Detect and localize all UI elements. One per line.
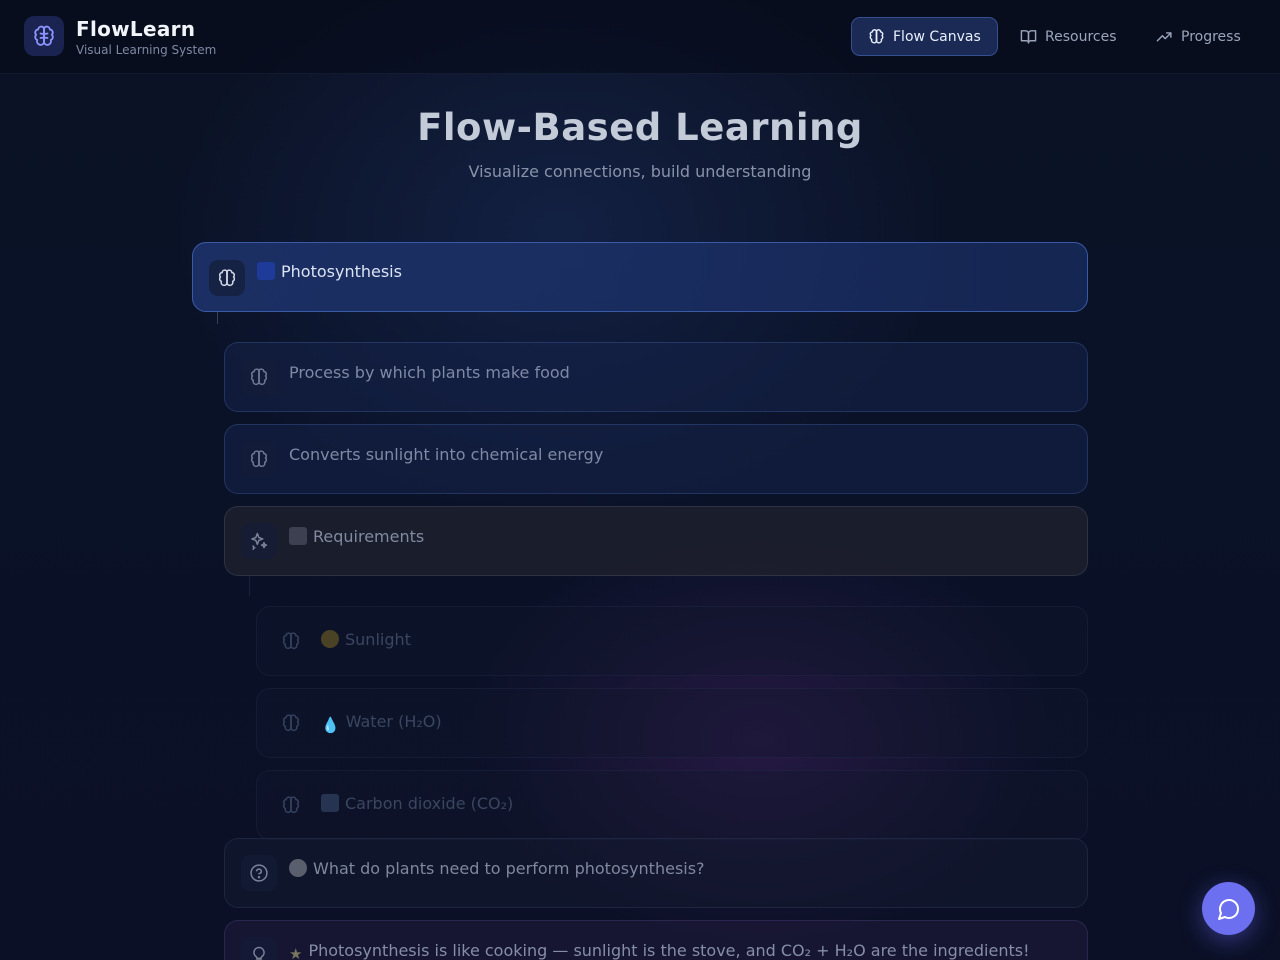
node-requirement-item[interactable]: Sunlight	[256, 606, 1088, 676]
nav-label: Flow Canvas	[893, 28, 981, 45]
droplet-emoji-icon: 💧	[321, 716, 340, 734]
nav-label: Progress	[1181, 28, 1241, 45]
book-open-icon	[1020, 30, 1037, 44]
node-icon	[241, 441, 277, 477]
node-label: 💧 Water (H₂O)	[321, 712, 442, 734]
node-icon	[241, 937, 277, 960]
brand-logo[interactable]	[24, 16, 64, 56]
node-photosynthesis[interactable]: Photosynthesis	[192, 242, 1088, 312]
node-icon	[273, 787, 309, 823]
page-subtitle: Visualize connections, build understandi…	[468, 162, 812, 181]
brand-subtitle: Visual Learning System	[76, 43, 217, 57]
node-label: What do plants need to perform photosynt…	[289, 859, 705, 878]
milky-way-emoji-icon	[257, 262, 275, 280]
node-icon	[273, 623, 309, 659]
node-icon	[209, 260, 245, 296]
node-requirement-item[interactable]: Carbon dioxide (CO₂)	[256, 770, 1088, 840]
brain-icon	[282, 714, 300, 732]
node-requirement-item[interactable]: 💧 Water (H₂O)	[256, 688, 1088, 758]
node-icon	[241, 359, 277, 395]
sparkles-icon	[251, 532, 268, 551]
nav-flow-canvas[interactable]: Flow Canvas	[851, 17, 998, 56]
brain-icon	[282, 796, 300, 814]
brain-icon	[250, 368, 268, 386]
wind-emoji-icon	[321, 794, 339, 812]
star-emoji-icon: ★	[289, 945, 303, 960]
brain-icon	[250, 450, 268, 468]
brain-icon	[282, 632, 300, 650]
black-square-emoji-icon	[289, 527, 307, 545]
page-title: Flow-Based Learning	[417, 106, 863, 149]
connector-line	[249, 576, 250, 596]
node-label: ★ Photosynthesis is like cooking — sunlig…	[289, 941, 1030, 960]
connector-line	[217, 312, 218, 324]
brain-icon	[218, 269, 236, 287]
node-definition[interactable]: Converts sunlight into chemical energy	[224, 424, 1088, 494]
brain-icon	[34, 25, 54, 46]
help-circle-icon	[250, 864, 268, 882]
node-analogy[interactable]: ★ Photosynthesis is like cooking — sunlig…	[224, 920, 1088, 960]
node-icon	[273, 705, 309, 741]
node-label: Photosynthesis	[257, 262, 402, 281]
chat-button[interactable]	[1202, 882, 1255, 935]
trending-up-icon	[1156, 32, 1172, 42]
node-label: Converts sunlight into chemical energy	[289, 445, 604, 464]
node-definition[interactable]: Process by which plants make food	[224, 342, 1088, 412]
node-quiz[interactable]: What do plants need to perform photosynt…	[224, 838, 1088, 908]
nav-resources[interactable]: Resources	[1004, 17, 1133, 56]
radio-button-emoji-icon	[289, 859, 307, 877]
brain-icon	[869, 29, 884, 44]
brand-title: FlowLearn	[76, 17, 196, 41]
lightbulb-icon	[253, 946, 265, 960]
node-requirements[interactable]: Requirements	[224, 506, 1088, 576]
node-label: Sunlight	[321, 630, 411, 649]
node-label: Requirements	[289, 527, 424, 546]
nav-label: Resources	[1045, 28, 1117, 45]
app-header: FlowLearn Visual Learning System Flow Ca…	[0, 0, 1280, 74]
node-label: Carbon dioxide (CO₂)	[321, 794, 513, 813]
sun-emoji-icon	[321, 630, 339, 648]
chat-bubble-icon	[1217, 898, 1239, 920]
node-icon	[241, 855, 277, 891]
node-icon	[241, 523, 277, 559]
node-label: Process by which plants make food	[289, 363, 570, 382]
nav-progress[interactable]: Progress	[1140, 17, 1257, 56]
